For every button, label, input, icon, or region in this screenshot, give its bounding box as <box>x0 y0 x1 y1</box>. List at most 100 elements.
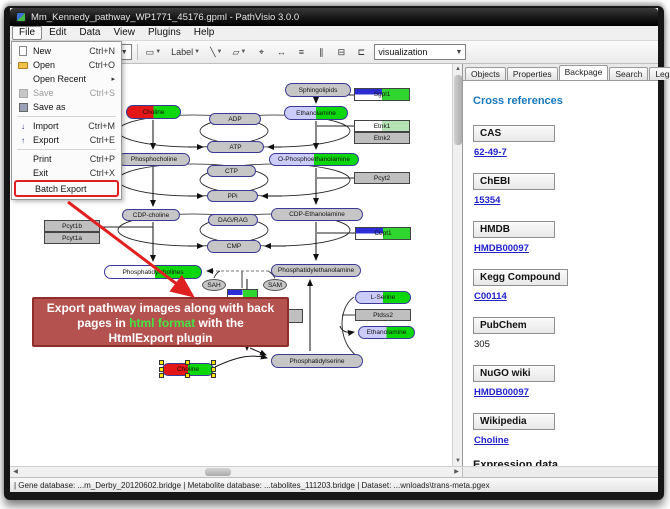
selection-handle[interactable] <box>159 373 164 378</box>
crossref-link[interactable]: 62-49-7 <box>474 147 648 158</box>
pathway-node-pcyt2[interactable]: Pcyt2 <box>354 172 410 184</box>
pathway-node-ctp[interactable]: CTP <box>207 165 256 177</box>
gene-node-button[interactable]: ▭▼ <box>143 44 164 61</box>
menubar-item-view[interactable]: View <box>107 26 141 40</box>
tab-objects[interactable]: Objects <box>465 67 506 80</box>
pathway-node-sphingolipids[interactable]: Sphingolipids <box>285 83 351 97</box>
tab-search[interactable]: Search <box>609 67 648 80</box>
pathway-node-o-phosphoethanolamine[interactable]: O-Phosphoethanolamine <box>269 153 359 166</box>
align-horizontal-button[interactable]: ↔ <box>273 44 289 61</box>
menu-separator <box>17 116 116 117</box>
selection-handle[interactable] <box>185 360 190 365</box>
file-menu-item-batch-export[interactable]: Batch Export <box>14 180 119 197</box>
crossref-link[interactable]: HMDB00097 <box>474 243 648 254</box>
selection-handle[interactable] <box>159 367 164 372</box>
crossref-link[interactable]: Choline <box>474 435 648 446</box>
selection-handle[interactable] <box>211 373 216 378</box>
canvas-horizontal-scrollbar[interactable]: ◀ ▶ <box>10 467 462 477</box>
file-menu-item-open[interactable]: OpenCtrl+O <box>14 58 119 72</box>
pathway-node-ptdss2[interactable]: Ptdss2 <box>355 309 411 321</box>
pathway-node-pcyt1b[interactable]: Pcyt1b <box>44 220 100 232</box>
visualization-combobox[interactable]: visualization ▼ <box>374 44 466 60</box>
file-menu-item-save[interactable]: SaveCtrl+S <box>14 86 119 100</box>
pathway-node-etnk1[interactable]: Etnk1 <box>354 120 410 132</box>
file-menu-item-save-as[interactable]: Save as <box>14 100 119 114</box>
node-label: Ethanolamine <box>296 110 336 117</box>
pathway-node-sam[interactable]: SAM <box>263 279 287 291</box>
menu-item-label: Export <box>33 135 90 145</box>
file-menu-item-print[interactable]: PrintCtrl+P <box>14 152 119 166</box>
pathway-node-phosphatidylserine[interactable]: Phosphatidylserine <box>271 354 363 368</box>
pathway-node-ppi[interactable]: PPi <box>207 190 258 202</box>
pathway-node-sah[interactable]: SAH <box>202 279 226 291</box>
submenu-arrow-icon: ▸ <box>111 75 115 83</box>
pathway-node-l-serine[interactable]: L-Serine <box>355 291 411 304</box>
menubar-item-plugins[interactable]: Plugins <box>142 26 187 40</box>
pathway-node-choline[interactable]: Choline <box>126 105 181 119</box>
tab-properties[interactable]: Properties <box>507 67 558 80</box>
import-icon: ↓ <box>16 122 30 131</box>
pathway-node-ethanolamine[interactable]: Ethanolamine <box>284 106 348 120</box>
tab-legend[interactable]: Legend <box>649 67 670 80</box>
gene-node-icon: ▭ <box>146 47 155 58</box>
file-menu-item-open-recent[interactable]: Open Recent▸ <box>14 72 119 86</box>
align-center-button[interactable]: ⌖ <box>253 44 269 61</box>
menubar-item-help[interactable]: Help <box>188 26 221 40</box>
file-menu-item-import[interactable]: ↓ImportCtrl+M <box>14 119 119 133</box>
pathway-node-phosphatidylethanolamine[interactable]: Phosphatidylethanolamine <box>271 264 361 277</box>
stack-horizontal-button[interactable]: ∥ <box>313 44 329 61</box>
label-node-button[interactable]: Label▼ <box>168 44 203 61</box>
file-menu-item-export[interactable]: ↑ExportCtrl+E <box>14 133 119 147</box>
pathway-node-dag-rag[interactable]: DAG/RAG <box>208 214 258 226</box>
crossref-link[interactable]: HMDB00097 <box>474 387 648 398</box>
menubar-item-data[interactable]: Data <box>73 26 106 40</box>
scroll-up-icon[interactable]: ▲ <box>453 64 463 74</box>
pathway-node-sgpl1[interactable]: Sgpl1 <box>354 88 410 101</box>
pathway-node-cdp-choline[interactable]: CDP-choline <box>122 209 180 221</box>
common-size-button[interactable]: ⊟ <box>333 44 349 61</box>
selection-handle[interactable] <box>185 373 190 378</box>
bracket-button[interactable]: ⊏ <box>353 44 369 61</box>
crossref-section-hmdb: HMDB HMDB00097 <box>473 219 648 254</box>
crossref-source-box: HMDB <box>473 221 555 238</box>
menu-item-shortcut: Ctrl+N <box>89 46 115 56</box>
node-label: DAG/RAG <box>218 217 248 224</box>
menubar-item-file[interactable]: File <box>12 26 42 40</box>
titlebar[interactable]: Mm_Kennedy_pathway_WP1771_45176.gpml - P… <box>10 8 658 26</box>
node-label: Sphingolipids <box>299 87 338 94</box>
canvas-vertical-scrollbar[interactable]: ▲ ▼ <box>452 64 462 466</box>
shape-tool-button[interactable]: ▱▼ <box>230 44 250 61</box>
align-center-icon: ⌖ <box>259 47 264 58</box>
toolbar-separator <box>137 44 138 60</box>
chevron-down-icon: ▼ <box>217 49 223 55</box>
file-menu: NewCtrl+NOpenCtrl+OOpen Recent▸SaveCtrl+… <box>11 41 122 200</box>
open-folder-icon <box>16 62 30 69</box>
crossref-link[interactable]: C00114 <box>474 291 648 302</box>
scroll-left-icon[interactable]: ◀ <box>10 467 21 477</box>
scroll-right-icon[interactable]: ▶ <box>451 467 462 477</box>
pathway-node-cdp-ethanolamine[interactable]: CDP-Ethanolamine <box>271 208 363 221</box>
file-menu-item-exit[interactable]: ExitCtrl+X <box>14 166 119 180</box>
pathway-node-adp[interactable]: ADP <box>209 113 261 125</box>
pathway-node-atp[interactable]: ATP <box>207 141 264 153</box>
pathway-node-cept1[interactable]: Cept1 <box>355 227 411 240</box>
stack-vertical-button[interactable]: ≡ <box>293 44 309 61</box>
scroll-down-icon[interactable]: ▼ <box>453 456 463 466</box>
pathway-node-etnk2[interactable]: Etnk2 <box>354 132 410 144</box>
selection-handle[interactable] <box>211 360 216 365</box>
line-tool-button[interactable]: ╲▼ <box>207 44 225 61</box>
crossref-link[interactable]: 15354 <box>474 195 648 206</box>
selection-handle[interactable] <box>159 360 164 365</box>
selection-handle[interactable] <box>211 367 216 372</box>
pathway-node-phosphocholine[interactable]: Phosphocholine <box>118 153 190 166</box>
pathway-node-cmp[interactable]: CMP <box>207 240 261 253</box>
pathway-node-pcyt1a[interactable]: Pcyt1a <box>44 232 100 244</box>
tab-backpage[interactable]: Backpage <box>559 65 609 80</box>
pathway-node-phosphatidylcholines[interactable]: Phosphatidylcholines <box>104 265 202 279</box>
vertical-scroll-thumb[interactable] <box>454 75 462 145</box>
menubar-item-edit[interactable]: Edit <box>43 26 72 40</box>
horizontal-scroll-thumb[interactable] <box>205 468 231 476</box>
file-menu-item-new[interactable]: NewCtrl+N <box>14 44 119 58</box>
window-title: Mm_Kennedy_pathway_WP1771_45176.gpml - P… <box>31 12 299 23</box>
pathway-node-ethanolamine[interactable]: Ethanolamine <box>358 326 415 339</box>
